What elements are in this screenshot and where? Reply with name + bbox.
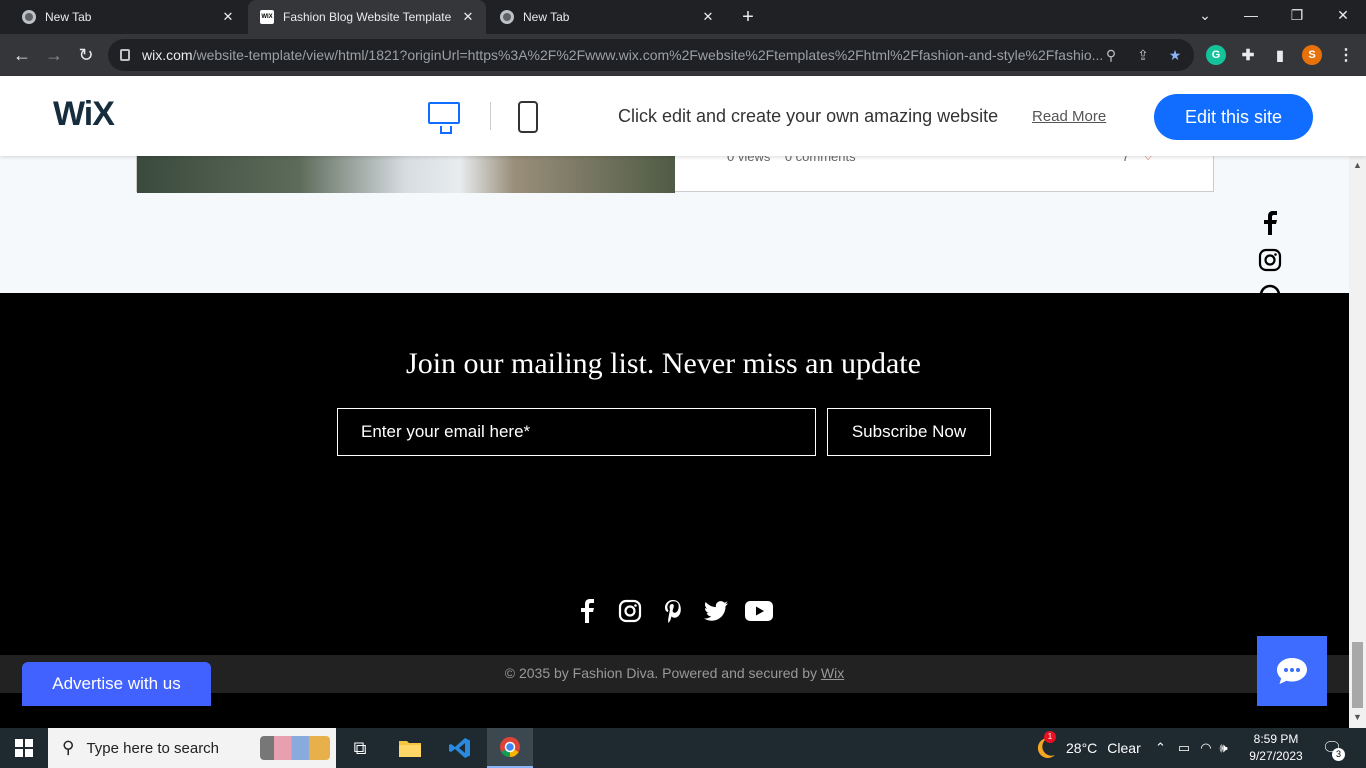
back-button[interactable]: ←	[10, 43, 34, 67]
tab-new-tab-2[interactable]: New Tab ✕	[488, 0, 726, 34]
search-highlight-image	[260, 736, 330, 760]
pinterest-icon[interactable]	[658, 596, 688, 626]
moon-weather-icon: 1	[1032, 731, 1058, 761]
zoom-icon[interactable]: ⚲	[1102, 46, 1120, 64]
post-image[interactable]	[137, 156, 675, 193]
address-bar[interactable]: wix.com/website-template/view/html/1821?…	[108, 39, 1194, 71]
notification-center-icon[interactable]: 🗨 3	[1322, 738, 1345, 761]
taskbar-search-placeholder: Type here to search	[86, 739, 220, 757]
close-tab-icon[interactable]: ✕	[700, 9, 716, 25]
clock-date: 9/27/2023	[1249, 749, 1303, 763]
url-path: /website-template/view/html/1821?originU…	[192, 47, 1102, 63]
edit-this-site-button[interactable]: Edit this site	[1154, 94, 1313, 140]
taskbar-clock[interactable]: 8:59 PM 9/27/2023	[1248, 731, 1304, 765]
browser-toolbar: ← → ↻ wix.com/website-template/view/html…	[0, 34, 1366, 76]
search-icon: ⚲	[62, 738, 75, 757]
youtube-icon[interactable]	[744, 596, 774, 626]
new-tab-button[interactable]: +	[737, 6, 759, 28]
chevron-up-icon[interactable]: ⌃	[1155, 740, 1166, 756]
twitter-icon[interactable]	[701, 596, 731, 626]
tab-title: Fashion Blog Website Template |	[283, 10, 453, 24]
extensions-puzzle-icon[interactable]: ✚	[1238, 45, 1258, 65]
weather-badge: 1	[1044, 731, 1056, 743]
scrollbar-thumb[interactable]	[1352, 642, 1363, 708]
page-scrollbar[interactable]: ▲ ▼	[1349, 156, 1366, 728]
bookmark-star-icon[interactable]: ★	[1166, 46, 1184, 64]
chrome-icon	[500, 10, 514, 24]
post-views: 0 views	[727, 156, 771, 164]
wix-logo: WiX	[53, 95, 115, 133]
advertise-with-us-button[interactable]: Advertise with us	[22, 662, 211, 706]
chrome-taskbar-icon[interactable]	[487, 728, 533, 768]
side-panel-icon[interactable]: ▮	[1270, 45, 1290, 65]
restore-button[interactable]: ❐	[1274, 0, 1320, 30]
vscode-icon[interactable]	[437, 728, 483, 768]
url-text[interactable]: wix.com/website-template/view/html/1821?…	[142, 47, 1102, 63]
forward-button[interactable]: →	[42, 43, 66, 67]
scroll-up-arrow-icon[interactable]: ▲	[1353, 160, 1362, 170]
promo-text: Click edit and create your own amazing w…	[618, 106, 999, 126]
temperature: 28°C	[1066, 740, 1098, 756]
subscribe-button[interactable]: Subscribe Now	[827, 408, 991, 456]
chat-button[interactable]	[1257, 636, 1327, 706]
browser-tab-bar: New Tab ✕ WIX Fashion Blog Website Templ…	[0, 0, 1366, 34]
like-count: 7	[1122, 156, 1130, 164]
post-comments: 0 comments	[784, 156, 856, 164]
weather-widget[interactable]: 1 28°C Clear	[1032, 728, 1141, 768]
mailing-list-title: Join our mailing list. Never miss an upd…	[406, 347, 921, 380]
url-host: wix.com	[142, 47, 193, 63]
close-window-button[interactable]: ✕	[1320, 0, 1366, 30]
chrome-icon	[22, 10, 36, 24]
wix-favicon-icon: WIX	[260, 10, 274, 24]
desktop-view-icon[interactable]	[428, 102, 460, 134]
reload-button[interactable]: ↻	[74, 43, 98, 67]
windows-start-button[interactable]	[0, 728, 48, 768]
system-tray: ⌃ ▭ ◠ 🕪	[1155, 728, 1228, 768]
tab-fashion-blog[interactable]: WIX Fashion Blog Website Template | ✕	[248, 0, 486, 34]
close-tab-icon[interactable]: ✕	[220, 9, 236, 25]
chat-bubble-icon	[1277, 658, 1307, 684]
tab-new-tab-1[interactable]: New Tab ✕	[0, 0, 246, 34]
close-tab-icon[interactable]: ✕	[460, 9, 476, 25]
page-content: 0 views 0 comments 7 ♡ Join our mailing …	[0, 156, 1349, 728]
minimize-button[interactable]: —	[1228, 0, 1274, 30]
wix-link[interactable]: Wix	[821, 665, 844, 681]
pinterest-icon[interactable]	[1257, 284, 1283, 293]
instagram-icon[interactable]	[1257, 247, 1283, 273]
windows-logo-icon	[15, 739, 33, 757]
tab-title: New Tab	[523, 10, 570, 24]
grammarly-icon[interactable]: G	[1206, 45, 1226, 65]
wifi-icon[interactable]: ◠	[1200, 740, 1211, 756]
volume-icon[interactable]: 🕪	[1220, 740, 1228, 756]
scroll-down-arrow-icon[interactable]: ▼	[1353, 712, 1362, 722]
blog-post-card[interactable]: 0 views 0 comments 7 ♡	[136, 156, 1214, 193]
browser-menu-icon[interactable]: ⋮	[1336, 45, 1356, 65]
file-explorer-icon[interactable]	[387, 728, 433, 768]
notification-count-badge: 3	[1332, 748, 1345, 761]
tab-title: New Tab	[45, 10, 92, 24]
windows-taskbar: ⚲ Type here to search ⧉ 1 28°C Clear ⌃ ▭…	[0, 728, 1366, 768]
read-more-link[interactable]: Read More	[1032, 108, 1106, 125]
task-view-icon[interactable]: ⧉	[337, 728, 383, 768]
copyright-prefix: © 2035 by Fashion Diva. Powered and secu…	[504, 665, 821, 681]
facebook-icon[interactable]	[572, 596, 602, 626]
profile-avatar[interactable]: S	[1302, 45, 1322, 65]
post-meta: 0 views 0 comments	[727, 156, 856, 164]
wix-preview-bar: WiX Click edit and create your own amazi…	[0, 76, 1366, 156]
email-input[interactable]: Enter your email here*	[337, 408, 816, 456]
facebook-icon[interactable]	[1257, 210, 1283, 236]
battery-icon[interactable]: ▭	[1178, 740, 1190, 756]
clock-time: 8:59 PM	[1253, 732, 1299, 746]
instagram-icon[interactable]	[615, 596, 645, 626]
lock-icon[interactable]	[120, 49, 130, 61]
weather-condition: Clear	[1107, 740, 1141, 756]
tab-search-chevron-icon[interactable]: ⌄	[1182, 0, 1228, 30]
share-icon[interactable]: ⇪	[1134, 46, 1152, 64]
view-divider	[490, 102, 491, 130]
mobile-view-icon[interactable]	[518, 101, 538, 133]
taskbar-search-box[interactable]: ⚲ Type here to search	[48, 728, 336, 768]
heart-icon[interactable]: ♡	[1141, 156, 1155, 164]
